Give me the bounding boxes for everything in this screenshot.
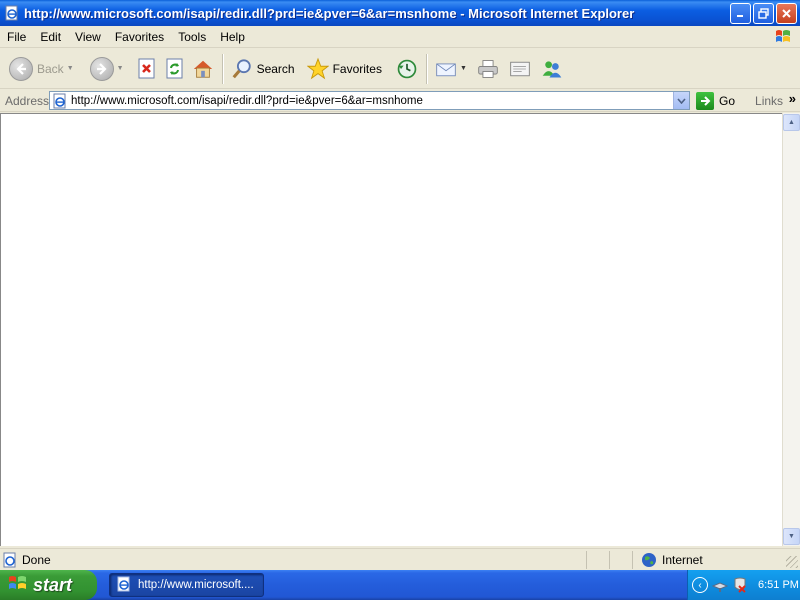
search-button[interactable]: Search xyxy=(228,53,298,85)
forward-button[interactable]: ▼ xyxy=(87,53,127,85)
search-label: Search xyxy=(256,61,295,76)
window-title: http://www.microsoft.com/isapi/redir.dll… xyxy=(24,5,635,21)
taskbar-item-ie[interactable]: http://www.microsoft.... xyxy=(109,573,264,597)
security-alert-icon[interactable] xyxy=(732,577,748,593)
refresh-button[interactable] xyxy=(161,53,189,85)
back-button[interactable]: Back ▼ xyxy=(6,53,77,85)
refresh-icon xyxy=(164,58,186,80)
favorites-label: Favorites xyxy=(332,61,382,76)
menu-help[interactable]: Help xyxy=(213,30,252,44)
messenger-button[interactable] xyxy=(538,53,566,85)
home-button[interactable] xyxy=(189,53,217,85)
stop-icon xyxy=(136,58,158,80)
home-icon xyxy=(192,58,214,80)
restore-button[interactable] xyxy=(753,2,774,24)
address-dropdown-button[interactable] xyxy=(673,92,689,109)
menu-tools[interactable]: Tools xyxy=(171,30,213,44)
status-bar: Done Internet xyxy=(0,548,800,570)
print-button[interactable] xyxy=(474,53,502,85)
messenger-icon xyxy=(541,58,563,80)
back-label: Back xyxy=(37,61,64,76)
status-divider xyxy=(609,550,610,569)
windows-logo-icon xyxy=(774,28,792,46)
back-dropdown-icon[interactable]: ▼ xyxy=(67,65,74,72)
network-icon[interactable] xyxy=(711,577,729,593)
page-done-icon xyxy=(2,552,18,568)
history-button[interactable] xyxy=(393,53,421,85)
links-toolbar[interactable]: Links xyxy=(755,94,783,108)
minimize-icon xyxy=(736,15,743,17)
go-arrow-icon xyxy=(696,91,714,110)
menu-view[interactable]: View xyxy=(68,30,108,44)
menu-file[interactable]: File xyxy=(0,30,33,44)
ie-task-icon xyxy=(116,576,132,595)
status-main-panel: Done xyxy=(0,552,560,568)
page-content-area[interactable] xyxy=(0,113,782,546)
zone-label: Internet xyxy=(662,552,703,567)
history-icon xyxy=(396,58,418,80)
address-url: http://www.microsoft.com/isapi/redir.dll… xyxy=(71,94,423,107)
clock[interactable]: 6:51 PM xyxy=(758,579,799,591)
toolbar-separator xyxy=(425,53,427,84)
status-text: Done xyxy=(22,552,51,567)
back-arrow-icon xyxy=(9,56,33,81)
minimize-button[interactable] xyxy=(730,2,751,24)
windows-flag-icon xyxy=(8,574,28,597)
close-icon xyxy=(782,8,791,18)
ie-window: http://www.microsoft.com/isapi/redir.dll… xyxy=(0,0,800,570)
status-divider xyxy=(586,550,587,569)
menu-favorites[interactable]: Favorites xyxy=(108,30,171,44)
menu-edit[interactable]: Edit xyxy=(33,30,68,44)
page-icon xyxy=(52,93,68,109)
globe-icon xyxy=(641,552,657,568)
favorites-star-icon xyxy=(306,57,329,80)
go-label: Go xyxy=(719,93,736,108)
links-chevron-icon[interactable]: » xyxy=(789,91,796,106)
forward-dropdown-icon[interactable]: ▼ xyxy=(117,65,124,72)
ie-page-icon xyxy=(4,5,20,21)
security-zone: Internet xyxy=(637,552,703,568)
stop-button[interactable] xyxy=(133,53,161,85)
resize-grip-icon[interactable] xyxy=(786,556,798,568)
scroll-up-icon[interactable]: ▲ xyxy=(783,114,800,131)
taskbar-item-label: http://www.microsoft.... xyxy=(138,579,254,591)
go-button[interactable]: Go xyxy=(696,91,736,110)
standard-toolbar: Back ▼ ▼ Search Favorites ▼ xyxy=(0,49,800,89)
toolbar-separator xyxy=(221,53,223,84)
search-icon xyxy=(231,58,253,80)
edit-button[interactable] xyxy=(506,53,534,85)
start-button[interactable]: start xyxy=(0,570,97,600)
menu-bar: File Edit View Favorites Tools Help xyxy=(0,26,800,48)
address-bar: Address http://www.microsoft.com/isapi/r… xyxy=(0,90,800,112)
address-label: Address xyxy=(5,93,50,108)
forward-arrow-icon xyxy=(89,56,114,81)
favorites-button[interactable]: Favorites xyxy=(304,53,385,85)
scroll-down-icon[interactable]: ▼ xyxy=(783,528,800,545)
address-input[interactable]: http://www.microsoft.com/isapi/redir.dll… xyxy=(49,91,690,110)
close-button[interactable] xyxy=(776,2,797,24)
mail-icon xyxy=(435,58,457,80)
title-bar[interactable]: http://www.microsoft.com/isapi/redir.dll… xyxy=(0,0,800,26)
start-label: start xyxy=(33,574,73,595)
system-tray: ‹ 6:51 PM xyxy=(687,570,800,600)
taskbar: start http://www.microsoft.... ‹ 6:51 PM xyxy=(0,570,800,600)
vertical-scrollbar[interactable]: ▲ ▼ xyxy=(782,113,800,546)
print-icon xyxy=(477,58,499,80)
tray-expand-icon[interactable]: ‹ xyxy=(692,577,708,593)
chevron-down-icon xyxy=(677,97,686,104)
edit-page-icon xyxy=(509,58,531,80)
mail-dropdown-icon[interactable]: ▼ xyxy=(460,65,467,72)
status-divider xyxy=(632,550,633,569)
mail-button[interactable]: ▼ xyxy=(432,53,470,85)
restore-icon xyxy=(758,7,769,19)
